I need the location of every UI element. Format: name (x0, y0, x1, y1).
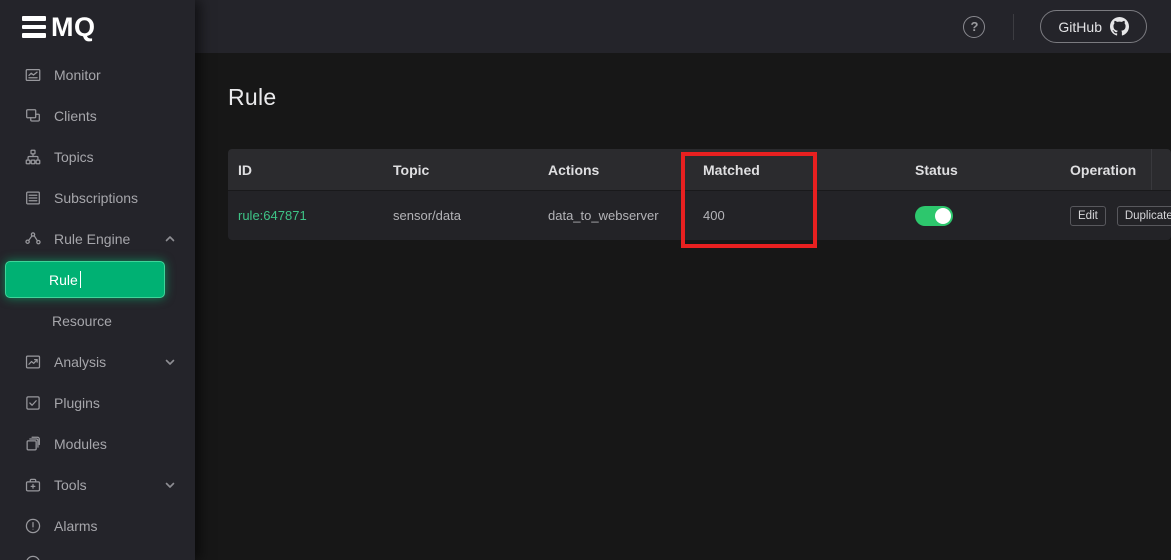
page-title: Rule (228, 82, 1171, 112)
column-header-actions: Actions (538, 162, 693, 178)
topics-icon (24, 148, 42, 166)
sidebar-item-resource[interactable]: Resource (0, 300, 195, 341)
tools-icon (24, 476, 42, 494)
sidebar-item-rule-engine[interactable]: Rule Engine (0, 218, 195, 259)
chevron-up-icon (164, 233, 176, 245)
emq-logo-text: MQ (51, 14, 96, 41)
table-gutter-divider (1151, 149, 1152, 190)
clients-icon (24, 107, 42, 125)
content: Rule ID Topic Actions Matched Status Ope… (195, 53, 1171, 560)
alarms-icon (24, 517, 42, 535)
sidebar-item-rule[interactable]: Rule (5, 261, 165, 298)
github-button[interactable]: GitHub (1040, 10, 1147, 43)
subscriptions-icon (24, 189, 42, 207)
column-header-id: ID (228, 162, 383, 178)
cell-actions: data_to_webserver (538, 208, 693, 223)
sidebar-item-tools[interactable]: Tools (0, 464, 195, 505)
main-area: ? GitHub Rule ID Topic Actions Matched S… (195, 0, 1171, 560)
sidebar-item-label: Monitor (54, 67, 101, 83)
column-header-topic: Topic (383, 162, 538, 178)
sidebar-item-label: Rule (49, 272, 78, 288)
monitor-icon (24, 66, 42, 84)
rule-id-link[interactable]: rule:647871 (238, 208, 307, 223)
status-toggle[interactable] (915, 206, 953, 226)
sidebar-item-label: Topics (54, 149, 94, 165)
sidebar-menu: Monitor Clients Topics Subscriptions (0, 54, 195, 546)
chevron-down-icon (164, 479, 176, 491)
sidebar-item-label: Subscriptions (54, 190, 138, 206)
app-root: MQ Monitor Clients Topics (0, 0, 1171, 560)
sidebar-item-modules[interactable]: Modules (0, 423, 195, 464)
cell-matched: 400 (693, 208, 905, 223)
sidebar-item-label: Tools (54, 477, 87, 493)
sidebar: MQ Monitor Clients Topics (0, 0, 195, 560)
sidebar-item-analysis[interactable]: Analysis (0, 341, 195, 382)
sidebar-item-label: Rule Engine (54, 231, 130, 247)
table-header-row: ID Topic Actions Matched Status Operatio… (228, 149, 1171, 191)
rule-engine-icon (24, 230, 42, 248)
sidebar-item-label: Clients (54, 108, 97, 124)
column-header-status: Status (905, 162, 1060, 178)
modules-icon (24, 435, 42, 453)
topbar: ? GitHub (195, 0, 1171, 53)
sidebar-item-label: Alarms (54, 518, 98, 534)
chevron-down-icon (164, 356, 176, 368)
sidebar-item-alarms[interactable]: Alarms (0, 505, 195, 546)
duplicate-button[interactable]: Duplicate (1117, 206, 1171, 226)
column-header-matched: Matched (693, 162, 905, 178)
cell-topic: sensor/data (383, 208, 538, 223)
sidebar-item-subscriptions[interactable]: Subscriptions (0, 177, 195, 218)
emq-logo-icon (22, 16, 46, 38)
sidebar-item-clients[interactable]: Clients (0, 95, 195, 136)
emq-logo: MQ (0, 0, 195, 54)
sidebar-item-label: Analysis (54, 354, 106, 370)
sidebar-item-plugins[interactable]: Plugins (0, 382, 195, 423)
sidebar-item-monitor[interactable]: Monitor (0, 54, 195, 95)
plugins-icon (24, 394, 42, 412)
cell-rule-id: rule:647871 (228, 208, 383, 223)
cell-status (905, 206, 1060, 226)
table-row: rule:647871 sensor/data data_to_webserve… (228, 191, 1171, 240)
github-icon (1110, 17, 1129, 36)
column-header-operation: Operation (1060, 162, 1171, 178)
sidebar-item-partial-icon (24, 554, 42, 560)
sidebar-item-label: Resource (52, 313, 112, 329)
toggle-knob (935, 208, 951, 224)
sidebar-item-label: Modules (54, 436, 107, 452)
rules-table: ID Topic Actions Matched Status Operatio… (228, 149, 1171, 240)
cell-operation: Edit Duplicate (1060, 206, 1171, 226)
sidebar-item-label: Plugins (54, 395, 100, 411)
analysis-icon (24, 353, 42, 371)
text-cursor (80, 271, 82, 288)
edit-button[interactable]: Edit (1070, 206, 1106, 226)
topbar-divider (1013, 14, 1014, 40)
github-button-label: GitHub (1058, 19, 1102, 35)
help-icon[interactable]: ? (963, 16, 985, 38)
sidebar-item-topics[interactable]: Topics (0, 136, 195, 177)
